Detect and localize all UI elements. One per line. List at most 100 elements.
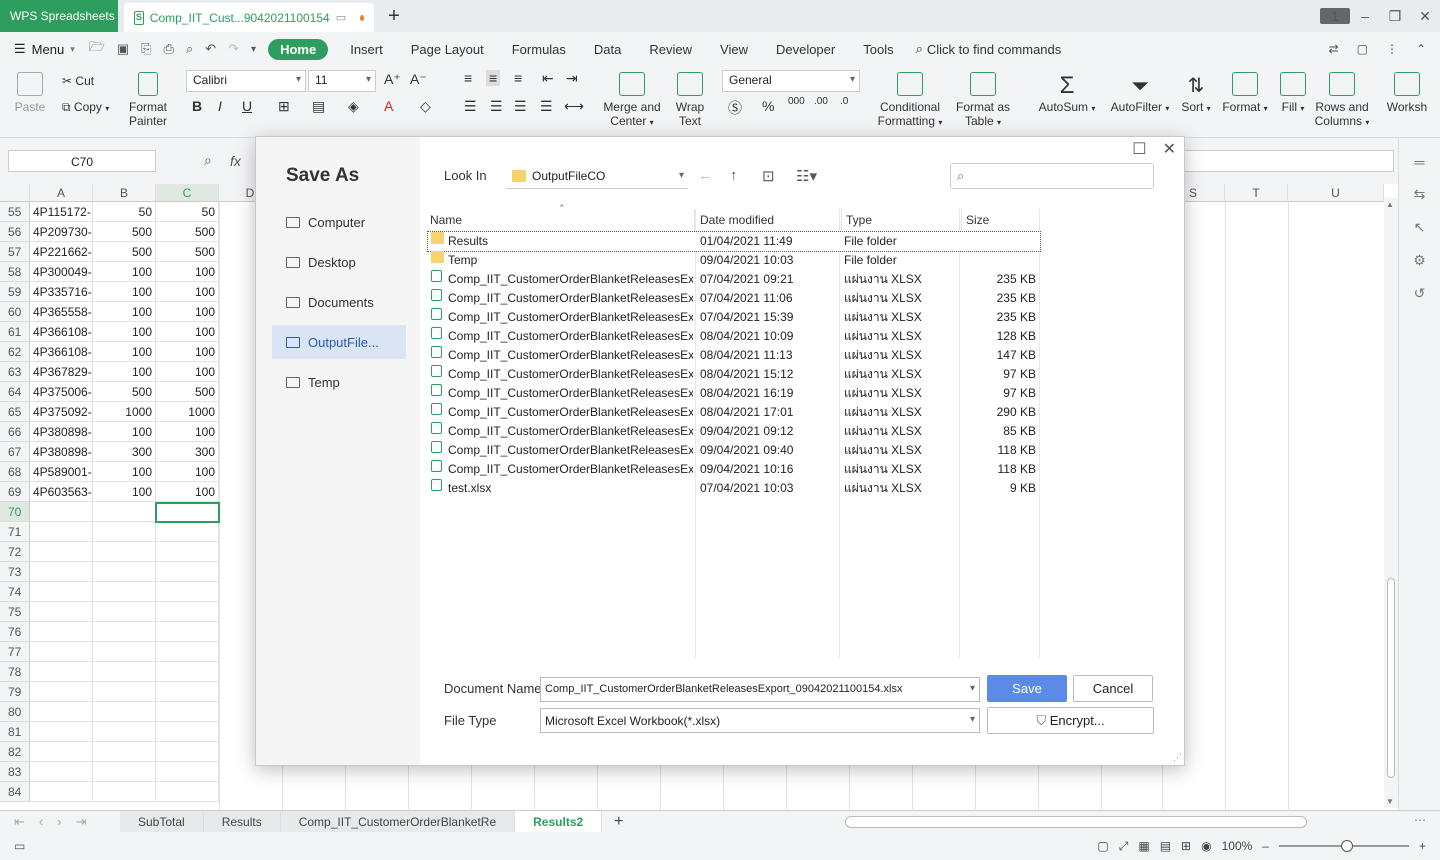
panel-collapse-icon[interactable]: ═ bbox=[1399, 154, 1440, 170]
eye-protection-icon[interactable]: ◉ bbox=[1201, 839, 1211, 853]
sheet-tab-subtotal[interactable]: SubTotal bbox=[120, 810, 204, 833]
grid-cell-c[interactable] bbox=[156, 582, 219, 602]
grid-cell-b[interactable]: 500 bbox=[93, 382, 156, 402]
autofilter-button[interactable]: ⏷ AutoFilter ▾ bbox=[1108, 72, 1172, 114]
first-sheet-icon[interactable]: ⇤ bbox=[14, 814, 25, 830]
column-header-type[interactable]: Type bbox=[844, 209, 962, 231]
grid-cell-a[interactable] bbox=[30, 622, 93, 642]
look-in-select[interactable]: OutputFileCO ▾ bbox=[506, 163, 688, 189]
window-count-icon[interactable]: 1 bbox=[1320, 8, 1350, 24]
find-commands[interactable]: ⌕ Click to find commands bbox=[916, 41, 1062, 57]
increase-font-icon[interactable]: A⁺ bbox=[384, 71, 401, 88]
fill-color-icon[interactable]: ◈ bbox=[348, 98, 359, 115]
row-header[interactable]: 68 bbox=[0, 462, 30, 482]
column-header-date[interactable]: Date modified bbox=[698, 209, 842, 231]
grid-cell-b[interactable]: 100 bbox=[93, 262, 156, 282]
resize-grip-icon[interactable]: ⋰ bbox=[1173, 752, 1182, 763]
borders-icon[interactable]: ⊞ bbox=[278, 98, 290, 115]
grid-cell-b[interactable]: 300 bbox=[93, 442, 156, 462]
close-window-icon[interactable]: ✕ bbox=[1410, 8, 1440, 25]
grid-cell-a[interactable] bbox=[30, 702, 93, 722]
row-header[interactable]: 57 bbox=[0, 242, 30, 262]
row-header[interactable]: 83 bbox=[0, 762, 30, 782]
grid-cell-b[interactable]: 500 bbox=[93, 222, 156, 242]
grid-cell-c[interactable]: 100 bbox=[156, 262, 219, 282]
col-header-b[interactable]: B bbox=[93, 184, 156, 202]
column-header-name[interactable]: Name bbox=[428, 209, 695, 231]
grid-cell-c[interactable]: 50 bbox=[156, 202, 219, 222]
last-sheet-icon[interactable]: ⇥ bbox=[76, 814, 87, 830]
clear-icon[interactable]: ◇ bbox=[420, 98, 431, 115]
grid-cell-a[interactable] bbox=[30, 522, 93, 542]
app-tab[interactable]: WPS Spreadsheets bbox=[0, 0, 118, 32]
file-row[interactable]: Comp_IIT_CustomerOrderBlanketReleasesEx.… bbox=[428, 308, 1040, 327]
macro-icon[interactable]: ▭ bbox=[14, 839, 25, 853]
grid-cell-c[interactable]: 300 bbox=[156, 442, 219, 462]
bold-icon[interactable]: B bbox=[192, 98, 202, 114]
file-row[interactable]: test.xlsx 07/04/2021 10:03 แผ่นงาน XLSX 9 K… bbox=[428, 479, 1040, 498]
grid-cell-c[interactable]: 100 bbox=[156, 302, 219, 322]
grid-cell-a[interactable]: 4P589001- bbox=[30, 462, 93, 482]
row-header[interactable]: 70 bbox=[0, 502, 30, 522]
row-header[interactable]: 72 bbox=[0, 542, 30, 562]
tab-page-layout[interactable]: Page Layout bbox=[397, 42, 498, 57]
row-header[interactable]: 67 bbox=[0, 442, 30, 462]
save-icon[interactable]: ▣ bbox=[117, 41, 129, 57]
search-input[interactable]: ⌕ bbox=[950, 163, 1154, 189]
grid-cell-b[interactable]: 100 bbox=[93, 322, 156, 342]
vertical-scroll-thumb[interactable] bbox=[1387, 578, 1395, 778]
grid-cell-a[interactable]: 4P366108- bbox=[30, 322, 93, 342]
save-button[interactable]: Save bbox=[987, 675, 1067, 702]
grid-cell-c[interactable]: 100 bbox=[156, 342, 219, 362]
row-header[interactable]: 75 bbox=[0, 602, 30, 622]
grid-cell-c[interactable] bbox=[156, 702, 219, 722]
grid-cell-b[interactable]: 100 bbox=[93, 302, 156, 322]
align-right-icon[interactable]: ☰ bbox=[514, 98, 527, 115]
encrypt-button[interactable]: ⛉ Encrypt... bbox=[987, 707, 1154, 734]
grid-cell-c[interactable]: 500 bbox=[156, 382, 219, 402]
grid-cell-c[interactable] bbox=[156, 762, 219, 782]
file-type-select[interactable]: Microsoft Excel Workbook(*.xlsx) ▾ bbox=[540, 708, 980, 733]
zoom-in-icon[interactable]: + bbox=[1419, 839, 1426, 853]
grid-cell-a[interactable] bbox=[30, 562, 93, 582]
file-row[interactable]: Comp_IIT_CustomerOrderBlanketReleasesEx.… bbox=[428, 327, 1040, 346]
row-header[interactable]: 79 bbox=[0, 682, 30, 702]
fullscreen-icon[interactable]: ⤢ bbox=[1119, 839, 1129, 854]
zoom-slider[interactable] bbox=[1278, 840, 1409, 852]
row-header[interactable]: 59 bbox=[0, 282, 30, 302]
grid-cell-b[interactable] bbox=[93, 782, 156, 802]
main-menu-button[interactable]: ☰ Menu ▾ bbox=[14, 41, 75, 57]
zoom-out-icon[interactable]: – bbox=[1262, 839, 1269, 853]
grid-cell-a[interactable]: 4P367829- bbox=[30, 362, 93, 382]
font-color-icon[interactable]: A bbox=[384, 98, 393, 114]
tab-data[interactable]: Data bbox=[580, 42, 635, 57]
grid-cell-b[interactable]: 100 bbox=[93, 282, 156, 302]
col-header-u[interactable]: U bbox=[1288, 184, 1384, 202]
more-icon[interactable]: ⋮ bbox=[1386, 42, 1398, 56]
increase-indent-icon[interactable]: ⇥ bbox=[566, 70, 578, 87]
row-header[interactable]: 78 bbox=[0, 662, 30, 682]
grid-cell-b[interactable]: 100 bbox=[93, 482, 156, 502]
currency-icon[interactable]: Ⓢ bbox=[728, 98, 742, 118]
cut-button[interactable]: ✂ Cut bbox=[62, 74, 94, 88]
align-middle-icon[interactable]: ≡ bbox=[486, 70, 501, 86]
grid-cell-a[interactable]: 4P603563- bbox=[30, 482, 93, 502]
grid-cell-a[interactable] bbox=[30, 662, 93, 682]
add-sheet-button[interactable]: + bbox=[602, 813, 635, 831]
print-preview-icon[interactable]: ⌕ bbox=[186, 41, 193, 57]
next-sheet-icon[interactable]: › bbox=[57, 814, 61, 830]
col-header-a[interactable]: A bbox=[30, 184, 93, 202]
format-painter-button[interactable]: Format Painter bbox=[126, 72, 170, 128]
grid-cell-c[interactable] bbox=[156, 682, 219, 702]
justify-icon[interactable]: ☰ bbox=[540, 98, 553, 115]
comment-icon[interactable]: ▢ bbox=[1357, 42, 1368, 56]
tab-view[interactable]: View bbox=[706, 42, 762, 57]
grid-cell-b[interactable]: 100 bbox=[93, 462, 156, 482]
tab-formulas[interactable]: Formulas bbox=[498, 42, 580, 57]
row-header[interactable]: 64 bbox=[0, 382, 30, 402]
merge-center-button[interactable]: Merge and Center ▾ bbox=[602, 72, 662, 128]
grid-cell-a[interactable] bbox=[30, 542, 93, 562]
grid-cell-a[interactable]: 4P375006- bbox=[30, 382, 93, 402]
align-bottom-icon[interactable]: ≡ bbox=[514, 70, 522, 86]
row-header[interactable]: 66 bbox=[0, 422, 30, 442]
